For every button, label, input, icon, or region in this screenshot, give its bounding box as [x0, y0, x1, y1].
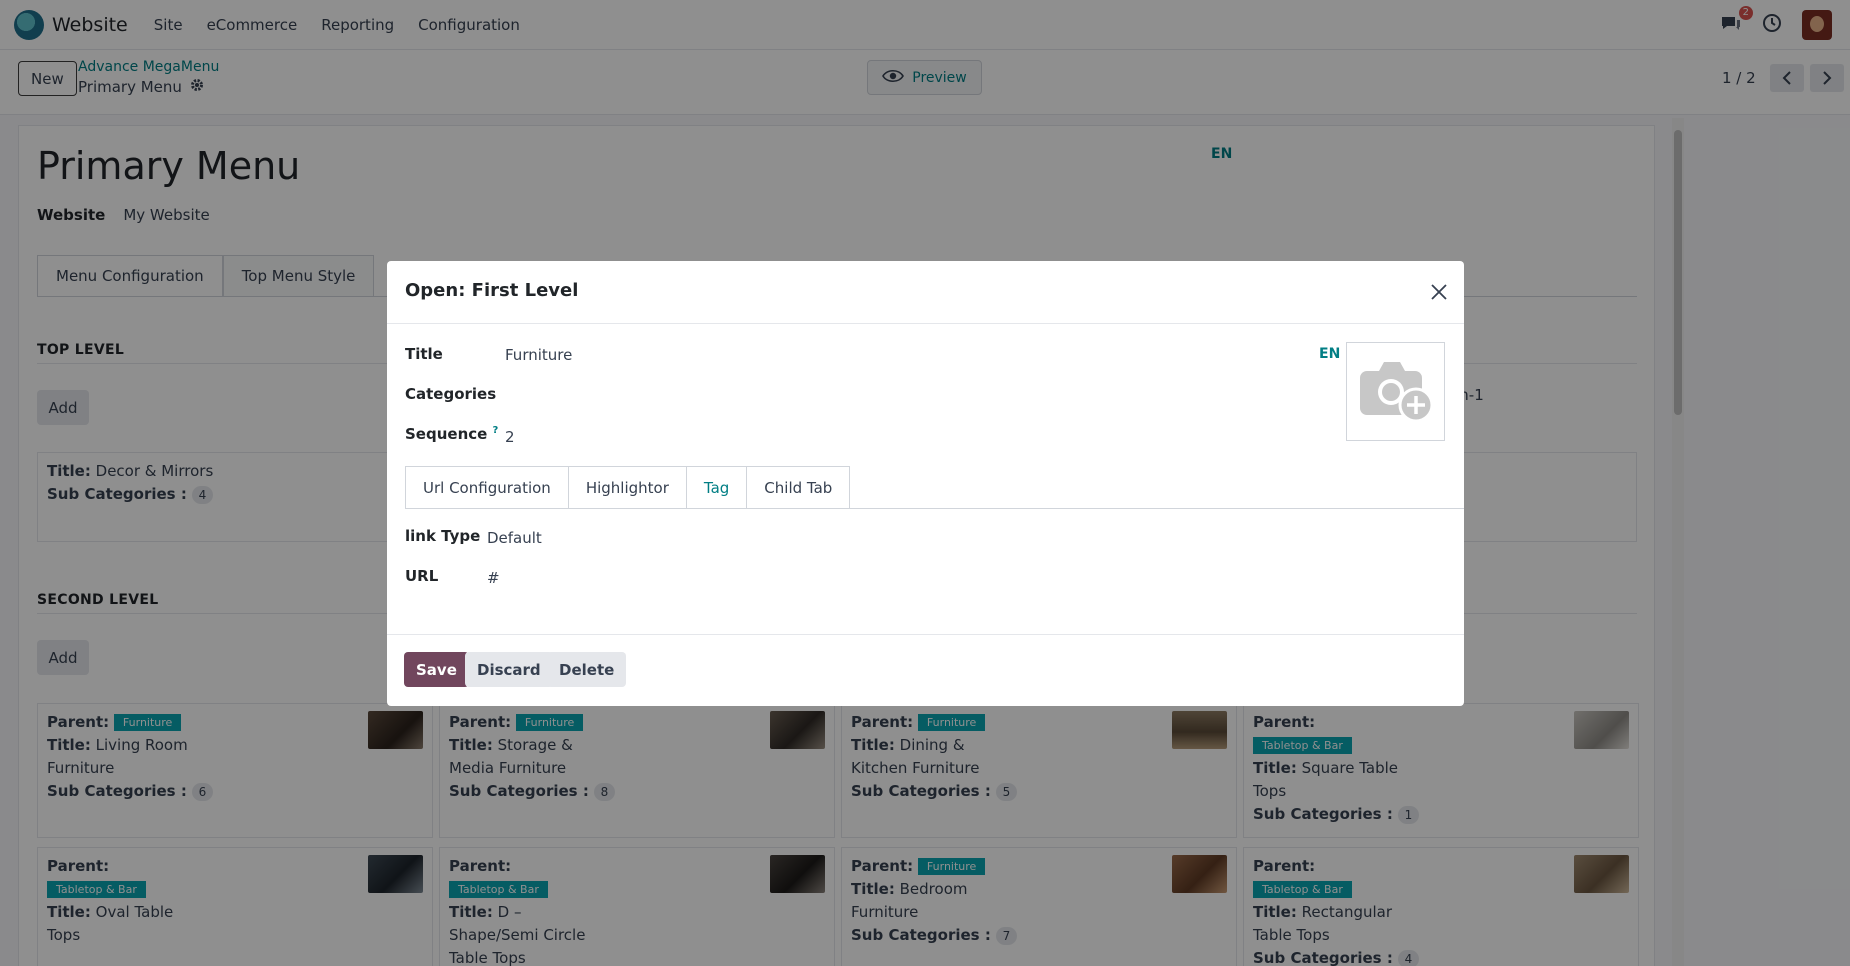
dialog-tabs: Url Configuration Highlightor Tag Child … — [405, 466, 851, 509]
camera-plus-icon — [1357, 357, 1435, 427]
sequence-field-input[interactable]: 2 — [505, 428, 515, 446]
save-button[interactable]: Save — [404, 652, 469, 687]
sequence-label-text: Sequence — [405, 425, 488, 443]
tab-child-tab[interactable]: Child Tab — [746, 466, 851, 509]
title-field-input[interactable]: Furniture — [505, 346, 572, 364]
sequence-field-label: Sequence ? — [405, 425, 498, 443]
tab-tag[interactable]: Tag — [685, 466, 748, 509]
delete-button[interactable]: Delete — [547, 652, 627, 687]
link-type-label: link Type — [405, 527, 481, 545]
title-field-label: Title — [405, 345, 443, 363]
discard-button[interactable]: Discard — [465, 652, 553, 687]
dialog-tabs-divider — [405, 508, 1464, 509]
categories-field-label: Categories — [405, 385, 497, 403]
first-level-dialog: Open: First Level Title Furniture EN Cat… — [387, 261, 1464, 706]
dialog-footer: Save Discard Delete — [387, 634, 1464, 706]
dialog-title: Open: First Level — [405, 280, 579, 301]
image-upload[interactable] — [1346, 342, 1445, 441]
url-label: URL — [405, 567, 439, 585]
tab-highlightor[interactable]: Highlightor — [567, 466, 687, 509]
url-input[interactable]: # — [487, 569, 500, 587]
help-tooltip-icon[interactable]: ? — [493, 425, 499, 436]
tab-url-configuration[interactable]: Url Configuration — [405, 466, 569, 509]
close-icon[interactable] — [1427, 280, 1451, 304]
title-language-toggle[interactable]: EN — [1319, 346, 1340, 362]
dialog-header: Open: First Level — [387, 261, 1464, 324]
link-type-select[interactable]: Default — [487, 529, 542, 547]
